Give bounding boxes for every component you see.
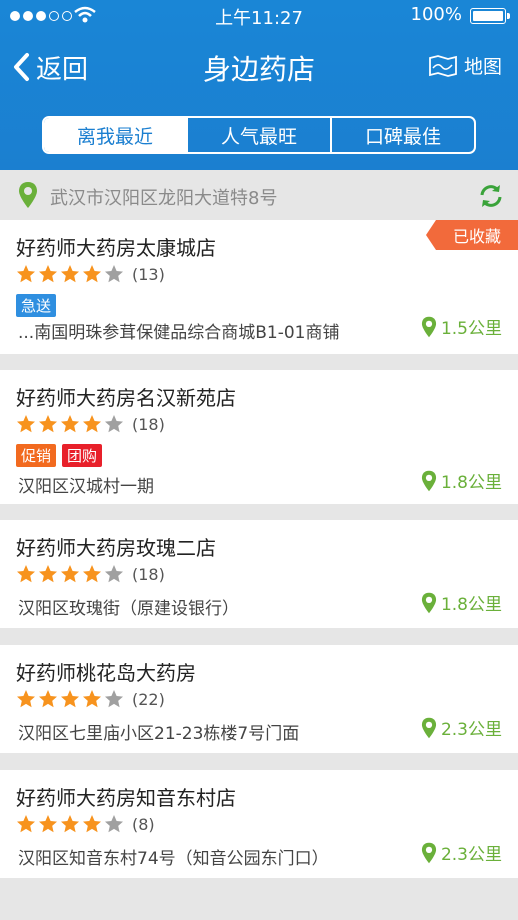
store-name: 好药师大药房知音东村店: [16, 786, 236, 810]
review-count: (13): [132, 264, 165, 284]
star-icon: [105, 415, 123, 433]
refresh-icon[interactable]: [478, 183, 504, 209]
review-count: (8): [132, 814, 155, 834]
star-icon: [61, 415, 79, 433]
star-icon: [39, 815, 57, 833]
store-name: 好药师桃花岛大药房: [16, 661, 196, 685]
store-tag: 促销: [16, 444, 57, 467]
rating-stars: (8): [16, 814, 155, 834]
star-icon: [83, 415, 101, 433]
review-count: (22): [132, 689, 165, 709]
nav-bar: 返回 身边药店 地图: [0, 36, 518, 98]
star-icon: [39, 690, 57, 708]
star-icon: [105, 265, 123, 283]
distance-label: 1.8公里: [440, 595, 502, 615]
map-label: 地图: [463, 56, 502, 78]
rating-stars: (18): [16, 564, 165, 584]
store-address: 汉阳区知音东村74号（知音公园东门口）: [18, 849, 329, 869]
star-icon: [61, 690, 79, 708]
star-icon: [61, 565, 79, 583]
distance-label: 2.3公里: [440, 720, 502, 740]
current-location-bar: 武汉市汉阳区龙阳大道特8号: [0, 170, 518, 220]
battery-percent: 100%: [410, 4, 462, 25]
store-name: 好药师大药房玫瑰二店: [16, 536, 216, 560]
store-distance: 2.3公里: [421, 715, 502, 740]
review-count: (18): [132, 564, 165, 584]
store-name: 好药师大药房名汉新苑店: [16, 386, 236, 410]
tab-nearest[interactable]: 离我最近: [44, 118, 186, 152]
rating-stars: (13): [16, 264, 165, 284]
star-icon: [83, 565, 101, 583]
location-pin-icon: [19, 182, 37, 208]
rating-stars: (18): [16, 414, 165, 434]
distance-label: 1.8公里: [440, 473, 502, 493]
store-tag: 急送: [16, 294, 57, 317]
sort-tabs: 离我最近 人气最旺 口碑最佳: [42, 116, 476, 154]
star-icon: [39, 415, 57, 433]
store-address: 汉阳区汉城村一期: [18, 477, 154, 497]
store-distance: 1.5公里: [421, 314, 502, 339]
star-icon: [83, 815, 101, 833]
star-icon: [83, 690, 101, 708]
location-address: 武汉市汉阳区龙阳大道特8号: [50, 188, 278, 209]
store-tags: 促销 团购: [16, 444, 103, 467]
star-icon: [83, 265, 101, 283]
star-icon: [39, 565, 57, 583]
star-icon: [61, 815, 79, 833]
distance-label: 1.5公里: [440, 319, 502, 339]
store-card[interactable]: 好药师大药房玫瑰二店 (18) 汉阳区玫瑰街（原建设银行） 1.8公里: [0, 520, 518, 628]
status-bar: 上午11:27 100%: [0, 0, 518, 32]
location-pin-icon: [421, 470, 437, 491]
store-address: 汉阳区七里庙小区21-23栋楼7号门面: [18, 724, 300, 744]
star-icon: [105, 815, 123, 833]
store-card[interactable]: 好药师桃花岛大药房 (22) 汉阳区七里庙小区21-23栋楼7号门面 2.3公里: [0, 645, 518, 753]
header: 上午11:27 100% 返回 身边药店 地图 离我最近 人气最旺 口碑最佳: [0, 0, 518, 170]
store-card[interactable]: 好药师大药房知音东村店 (8) 汉阳区知音东村74号（知音公园东门口） 2.3公里: [0, 770, 518, 878]
star-icon: [105, 565, 123, 583]
store-distance: 1.8公里: [421, 468, 502, 493]
star-icon: [17, 565, 35, 583]
star-icon: [17, 815, 35, 833]
location-pin-icon: [421, 717, 437, 738]
store-address: ...南国明珠参茸保健品综合商城B1-01商铺: [18, 323, 340, 343]
store-card[interactable]: 好药师大药房名汉新苑店 (18) 促销 团购汉阳区汉城村一期 1.8公里: [0, 370, 518, 504]
review-count: (18): [132, 414, 165, 434]
star-icon: [61, 265, 79, 283]
map-icon: [429, 54, 457, 77]
distance-label: 2.3公里: [440, 845, 502, 865]
store-address: 汉阳区玫瑰街（原建设银行）: [18, 599, 239, 619]
store-tags: 急送: [16, 294, 57, 317]
map-button[interactable]: 地图: [428, 52, 502, 79]
store-tag: 团购: [62, 444, 103, 467]
battery-icon: [470, 8, 510, 24]
star-icon: [17, 690, 35, 708]
location-pin-icon: [421, 592, 437, 613]
star-icon: [17, 415, 35, 433]
store-card[interactable]: 好药师大药房太康城店 (13) 急送 已收藏 ...南国明珠参茸保健品综合商城B1-01…: [0, 220, 518, 354]
location-pin-icon: [421, 842, 437, 863]
favorite-badge: 已收藏: [426, 220, 518, 250]
store-distance: 1.8公里: [421, 590, 502, 615]
star-icon: [17, 265, 35, 283]
star-icon: [105, 690, 123, 708]
rating-stars: (22): [16, 689, 165, 709]
star-icon: [39, 265, 57, 283]
store-name: 好药师大药房太康城店: [16, 236, 216, 260]
store-distance: 2.3公里: [421, 840, 502, 865]
tab-best-rated[interactable]: 口碑最佳: [330, 118, 474, 152]
location-pin-icon: [421, 316, 437, 337]
tab-popular[interactable]: 人气最旺: [186, 118, 330, 152]
